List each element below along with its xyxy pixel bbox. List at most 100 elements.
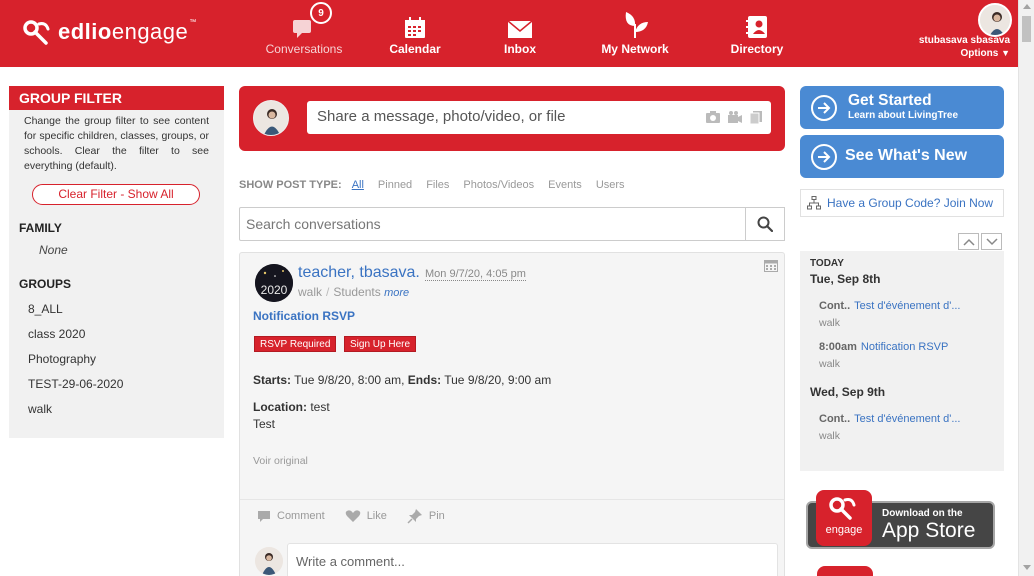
vertical-scrollbar[interactable]	[1018, 0, 1034, 576]
avatar-photo-icon	[254, 101, 288, 135]
event-group: walk	[819, 317, 841, 329]
nav-label: Inbox	[504, 42, 536, 56]
post-author-avatar[interactable]: 2020	[255, 264, 293, 302]
post-type-filter: SHOW POST TYPE: All Pinned Files Photos/…	[239, 179, 639, 191]
event-calendar-icon	[764, 260, 778, 272]
scroll-down-arrow-icon[interactable]	[1023, 565, 1031, 570]
arrow-right-circle-icon	[811, 95, 837, 121]
post-type-users[interactable]: Users	[596, 179, 625, 191]
user-name: stubasava sbasava	[918, 35, 1010, 46]
group-filter-header: GROUP FILTER	[9, 86, 224, 110]
calendar-icon	[405, 17, 425, 38]
search-icon	[757, 216, 773, 232]
logo-text: edlioengage™	[58, 19, 197, 44]
nav-label: Directory	[730, 42, 784, 56]
scroll-up-arrow-icon[interactable]	[1023, 4, 1031, 9]
google-play-badge-partial[interactable]	[817, 566, 873, 576]
camera-icon[interactable]	[705, 110, 721, 124]
post-type-files[interactable]: Files	[426, 179, 449, 191]
group-item-walk[interactable]: walk	[9, 397, 224, 422]
event-item[interactable]: Cont.. Test d'événement d'...	[819, 300, 961, 312]
whats-new-button[interactable]: See What's New	[800, 135, 1004, 178]
day-label: Wed, Sep 9th	[810, 385, 886, 399]
pin-button[interactable]: Pin	[407, 508, 445, 524]
search-conversations-input[interactable]: Search conversations	[239, 207, 746, 241]
group-code-link[interactable]: Have a Group Code? Join Now	[800, 189, 1004, 217]
scroll-thumb[interactable]	[1022, 16, 1031, 42]
post-author-name[interactable]: teacher, tbasava.	[298, 264, 420, 282]
file-icon[interactable]	[749, 110, 763, 124]
calendar-nav-arrows	[958, 233, 1002, 250]
view-original-link[interactable]: Voir original	[253, 455, 308, 467]
post-group[interactable]: walk	[298, 285, 322, 299]
group-item-photography[interactable]: Photography	[9, 347, 224, 372]
event-item[interactable]: 8:00am Notification RSVP	[819, 341, 948, 353]
nav-my-network[interactable]: My Network	[580, 8, 690, 56]
post-type-pinned[interactable]: Pinned	[378, 179, 412, 191]
group-item-8-all[interactable]: 8_ALL	[9, 297, 224, 322]
clear-filter-button[interactable]: Clear Filter - Show All	[32, 184, 200, 205]
attachment-icons	[705, 110, 763, 124]
like-button[interactable]: Like	[345, 508, 387, 524]
app-store-big-text: App Store	[882, 519, 976, 542]
upcoming-events-panel: TODAY Tue, Sep 8th Cont.. Test d'événemen…	[800, 251, 1004, 471]
sign-up-here-badge[interactable]: Sign Up Here	[344, 336, 417, 352]
notification-badge: 9	[310, 2, 332, 24]
comment-input[interactable]: Write a comment...	[287, 543, 778, 576]
user-avatar[interactable]	[978, 3, 1012, 37]
event-item[interactable]: Cont.. Test d'événement d'...	[819, 413, 961, 425]
get-started-title: Get Started	[848, 92, 932, 109]
post-divider	[240, 499, 784, 500]
top-navigation-bar: edlioengage™ 9 Conversations Calendar In…	[0, 0, 1018, 67]
post-type-all[interactable]: All	[352, 179, 364, 191]
video-icon[interactable]	[727, 110, 743, 124]
nav-calendar[interactable]: Calendar	[360, 8, 470, 56]
event-times: Starts: Tue 9/8/20, 8:00 am, Ends: Tue 9…	[253, 373, 552, 387]
rsvp-required-badge[interactable]: RSVP Required	[254, 336, 337, 352]
avatar	[253, 100, 289, 136]
share-message-input[interactable]: Share a message, photo/video, or file	[307, 101, 771, 134]
post-type-photos-videos[interactable]: Photos/Videos	[463, 179, 534, 191]
envelope-icon	[507, 20, 533, 38]
nav-label: Calendar	[389, 42, 441, 56]
caret-down-icon: ▼	[1001, 48, 1010, 58]
post-timestamp: Mon 9/7/20, 4:05 pm	[425, 268, 526, 281]
avatar-photo-icon	[255, 547, 283, 575]
options-dropdown[interactable]: Options ▼	[961, 48, 1010, 59]
family-none: None	[39, 243, 68, 257]
group-item-class-2020[interactable]: class 2020	[9, 322, 224, 347]
chevron-up-icon[interactable]	[958, 233, 979, 250]
edlio-engage-logo[interactable]: edlioengage™	[22, 18, 197, 46]
comment-icon	[258, 511, 270, 522]
svg-text:2020: 2020	[261, 283, 288, 297]
nav-conversations[interactable]: 9 Conversations	[249, 2, 359, 56]
family-title: FAMILY	[19, 221, 62, 235]
arrow-right-circle-icon	[811, 144, 837, 170]
search-button[interactable]	[745, 207, 785, 241]
nav-inbox[interactable]: Inbox	[465, 8, 575, 56]
get-started-subtitle: Learn about LivingTree	[848, 110, 959, 121]
event-title[interactable]: Notification RSVP	[253, 309, 355, 323]
heart-icon	[345, 510, 360, 522]
get-started-button[interactable]: Get Started Learn about LivingTree	[800, 86, 1004, 129]
group-item-test[interactable]: TEST-29-06-2020	[9, 372, 224, 397]
post-audience-role: Students	[333, 285, 381, 299]
chevron-down-icon[interactable]	[981, 233, 1002, 250]
directory-icon	[746, 16, 767, 38]
nav-label: Conversations	[265, 42, 343, 56]
event-group: walk	[819, 430, 841, 442]
post-type-events[interactable]: Events	[548, 179, 582, 191]
app-store-small-text: Download on the	[882, 508, 963, 519]
edlio-logo-icon	[23, 20, 50, 45]
share-box: Share a message, photo/video, or file	[239, 86, 785, 151]
app-root: edlioengage™ 9 Conversations Calendar In…	[0, 0, 1034, 576]
more-link[interactable]: more	[384, 287, 409, 299]
event-location: Location: test	[253, 400, 330, 414]
post-body: Test	[253, 417, 276, 431]
today-label: TODAY	[810, 258, 844, 269]
avatar	[255, 547, 283, 575]
app-store-badge[interactable]: engage Download on the App Store	[806, 490, 995, 549]
nav-directory[interactable]: Directory	[702, 8, 812, 56]
leaf-icon	[625, 12, 648, 38]
comment-button[interactable]: Comment	[257, 508, 325, 524]
